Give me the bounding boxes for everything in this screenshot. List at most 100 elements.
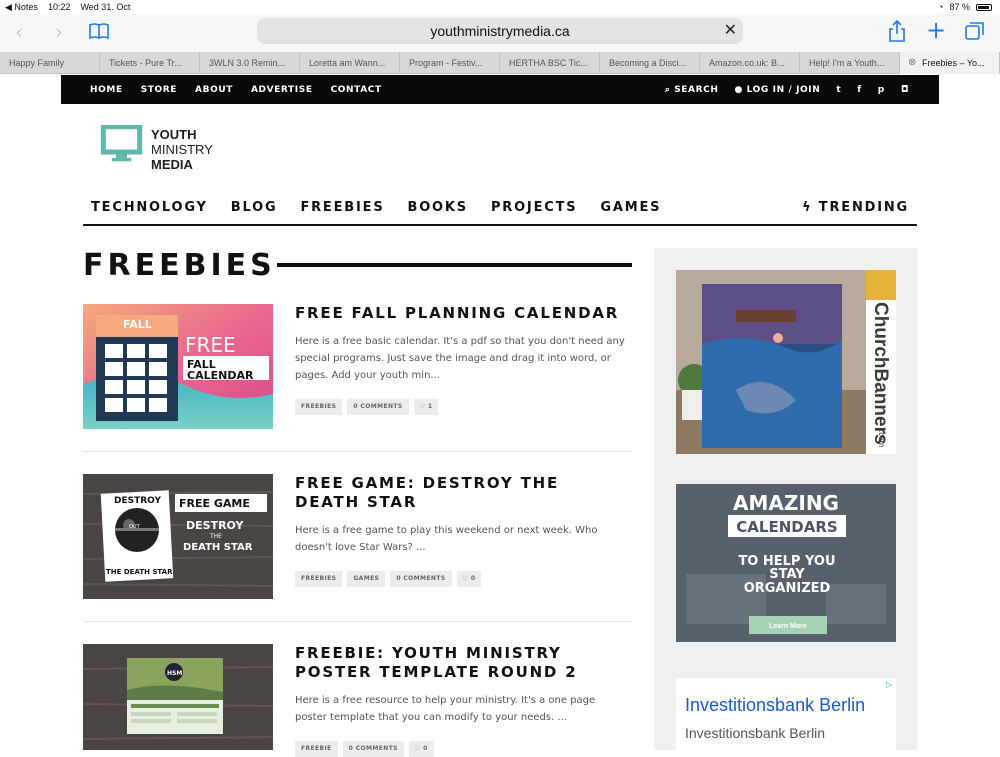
instagram-icon[interactable]: ◘: [901, 85, 909, 95]
nav-advertise-link[interactable]: ADVERTISE: [251, 85, 313, 95]
post-title[interactable]: FREE GAME: DESTROY THE DEATH STAR: [295, 474, 625, 512]
post-item: DESTROY OUT THE DEATH STAR FREE GAME DES…: [83, 474, 632, 599]
browser-tab[interactable]: 3WLN 3.0 Remin...: [200, 52, 300, 74]
browser-tab[interactable]: Becoming a Disci...: [600, 52, 700, 74]
svg-text:HSM: HSM: [167, 670, 182, 677]
likes-count[interactable]: ♡ 0: [456, 571, 482, 587]
svg-text:OUT: OUT: [129, 524, 141, 530]
logo-line-1: YOUTH: [151, 127, 197, 142]
post-excerpt: Here is a free game to play this weekend…: [295, 525, 598, 553]
close-tab-icon[interactable]: ⊗: [908, 52, 916, 74]
search-label: SEARCH: [674, 84, 719, 95]
post-thumbnail-calendar[interactable]: FALL FREE FALL CALENDAR: [83, 304, 273, 429]
svg-text:DESTROY: DESTROY: [186, 519, 245, 532]
category-games[interactable]: GAMES: [600, 200, 661, 215]
browser-tab[interactable]: HERTHA BSC Tic...: [500, 52, 600, 74]
post-divider: [83, 621, 632, 622]
ad-churchbanners[interactable]: ChurchBanners .com: [676, 270, 896, 454]
svg-text:AMAZING: AMAZING: [733, 491, 839, 515]
nav-about-link[interactable]: ABOUT: [195, 85, 233, 95]
trending-link[interactable]: ϟ TRENDING: [802, 200, 909, 215]
svg-text:STAY: STAY: [769, 567, 805, 582]
svg-text:THE: THE: [209, 533, 222, 540]
post-excerpt: Here is a free basic calendar. It's a pd…: [295, 336, 625, 381]
lightning-icon: ϟ: [802, 200, 813, 215]
address-bar[interactable]: youthministrymedia.ca ✕: [257, 18, 743, 44]
battery-icon: [976, 3, 992, 11]
post-excerpt: Here is a free resource to help your min…: [295, 695, 596, 723]
post-thumbnail-poster[interactable]: HSM: [83, 644, 273, 750]
search-icon: ⌕: [664, 84, 671, 95]
category-nav: TECHNOLOGY BLOG FREEBIES BOOKS PROJECTS …: [83, 197, 917, 226]
forward-arrow-icon[interactable]: ›: [55, 22, 63, 42]
browser-tab-active[interactable]: ⊗ Freebies – Yo...: [900, 52, 1000, 74]
tag-freebie[interactable]: FREEBIE: [295, 741, 338, 757]
clear-url-icon[interactable]: ✕: [724, 18, 737, 44]
post-tags: FREEBIE 0 COMMENTS ♡ 0: [295, 741, 434, 757]
post-title[interactable]: FREE FALL PLANNING CALENDAR: [295, 304, 625, 323]
browser-tab[interactable]: Help! I'm a Youth...: [800, 52, 900, 74]
status-time: 10:22: [47, 2, 71, 12]
battery-percent: 87 %: [949, 2, 970, 12]
ad-title[interactable]: Investitionsbank Berlin: [685, 695, 865, 716]
browser-tab[interactable]: Happy Family: [0, 52, 100, 74]
post-title[interactable]: FREEBIE: YOUTH MINISTRY POSTER TEMPLATE …: [295, 644, 625, 682]
likes-count[interactable]: ♡ 0: [408, 741, 434, 757]
login-link[interactable]: ● LOG IN / JOIN: [734, 85, 820, 95]
tag-freebies[interactable]: FREEBIES: [295, 399, 343, 415]
svg-text:THE DEATH STAR: THE DEATH STAR: [106, 568, 173, 576]
new-tab-icon[interactable]: +: [926, 18, 946, 42]
svg-text:.com: .com: [877, 430, 886, 448]
comments-count[interactable]: 0 COMMENTS: [347, 399, 409, 415]
nav-home-link[interactable]: HOME: [90, 85, 123, 95]
browser-tab[interactable]: Tickets - Pure Tr...: [100, 52, 200, 74]
category-projects[interactable]: PROJECTS: [491, 200, 577, 215]
category-blog[interactable]: BLOG: [231, 200, 278, 215]
svg-text:DESTROY: DESTROY: [114, 496, 162, 506]
category-freebies[interactable]: FREEBIES: [300, 200, 384, 215]
back-arrow-icon[interactable]: ‹: [15, 22, 23, 42]
monitor-logo-icon: [100, 125, 143, 162]
comments-count[interactable]: 0 COMMENTS: [390, 571, 452, 587]
category-books[interactable]: BOOKS: [407, 200, 467, 215]
nav-contact-link[interactable]: CONTACT: [331, 85, 382, 95]
category-technology[interactable]: TECHNOLOGY: [91, 200, 208, 215]
svg-text:FALL: FALL: [123, 318, 152, 331]
ad-amazing-calendars[interactable]: AMAZING CALENDARS TO HELP YOU STAY ORGAN…: [676, 484, 896, 642]
facebook-icon[interactable]: f: [857, 85, 862, 95]
page-title: FREEBIES: [83, 248, 276, 283]
tabs-overview-icon[interactable]: [965, 21, 985, 41]
tag-freebies[interactable]: FREEBIES: [295, 571, 343, 587]
comments-count[interactable]: 0 COMMENTS: [342, 741, 404, 757]
pinterest-icon[interactable]: p: [878, 85, 885, 95]
bookmarks-icon[interactable]: [88, 22, 110, 40]
active-tab-label: Freebies – Yo...: [922, 58, 985, 68]
back-to-app-link[interactable]: ◀ Notes: [5, 2, 38, 13]
logo-line-3: MEDIA: [151, 157, 193, 172]
share-icon[interactable]: [888, 19, 906, 43]
search-link[interactable]: ⌕ SEARCH: [665, 85, 719, 95]
svg-text:ChurchBanners: ChurchBanners: [870, 302, 891, 445]
twitter-icon[interactable]: t: [836, 85, 841, 95]
title-rule: [277, 263, 632, 267]
tag-games[interactable]: GAMES: [347, 571, 386, 587]
browser-tab[interactable]: Loretta am Wann...: [300, 52, 400, 74]
post-divider: [83, 451, 632, 452]
nav-store-link[interactable]: STORE: [141, 85, 177, 95]
post-tags: FREEBIES GAMES 0 COMMENTS ♡ 0: [295, 571, 482, 587]
svg-text:ORGANIZED: ORGANIZED: [744, 581, 831, 596]
svg-text:FREE GAME: FREE GAME: [179, 497, 250, 510]
logo-wordmark: YOUTH MINISTRY MEDIA: [151, 127, 213, 172]
site-top-nav: HOME STORE ABOUT ADVERTISE CONTACT ⌕ SEA…: [61, 75, 939, 104]
ad-investitionsbank[interactable]: ▷ Investitionsbank Berlin Investitionsba…: [676, 678, 896, 750]
browser-toolbar: ‹ › youthministrymedia.ca ✕ +: [0, 14, 1000, 52]
post-thumbnail-death-star[interactable]: DESTROY OUT THE DEATH STAR FREE GAME DES…: [83, 474, 273, 599]
browser-tab[interactable]: Amazon.co.uk: B...: [700, 52, 800, 74]
login-label: LOG IN / JOIN: [746, 84, 821, 95]
adchoices-icon[interactable]: ▷: [886, 680, 892, 689]
browser-tab[interactable]: Program - Festiv...: [400, 52, 500, 74]
svg-text:Learn More: Learn More: [769, 623, 807, 630]
post-item: HSM FREEBIE: YOUTH MINISTRY POSTER TEMPL…: [83, 644, 632, 757]
svg-text:CALENDAR: CALENDAR: [187, 369, 254, 382]
likes-count[interactable]: ♡ 1: [413, 399, 439, 415]
